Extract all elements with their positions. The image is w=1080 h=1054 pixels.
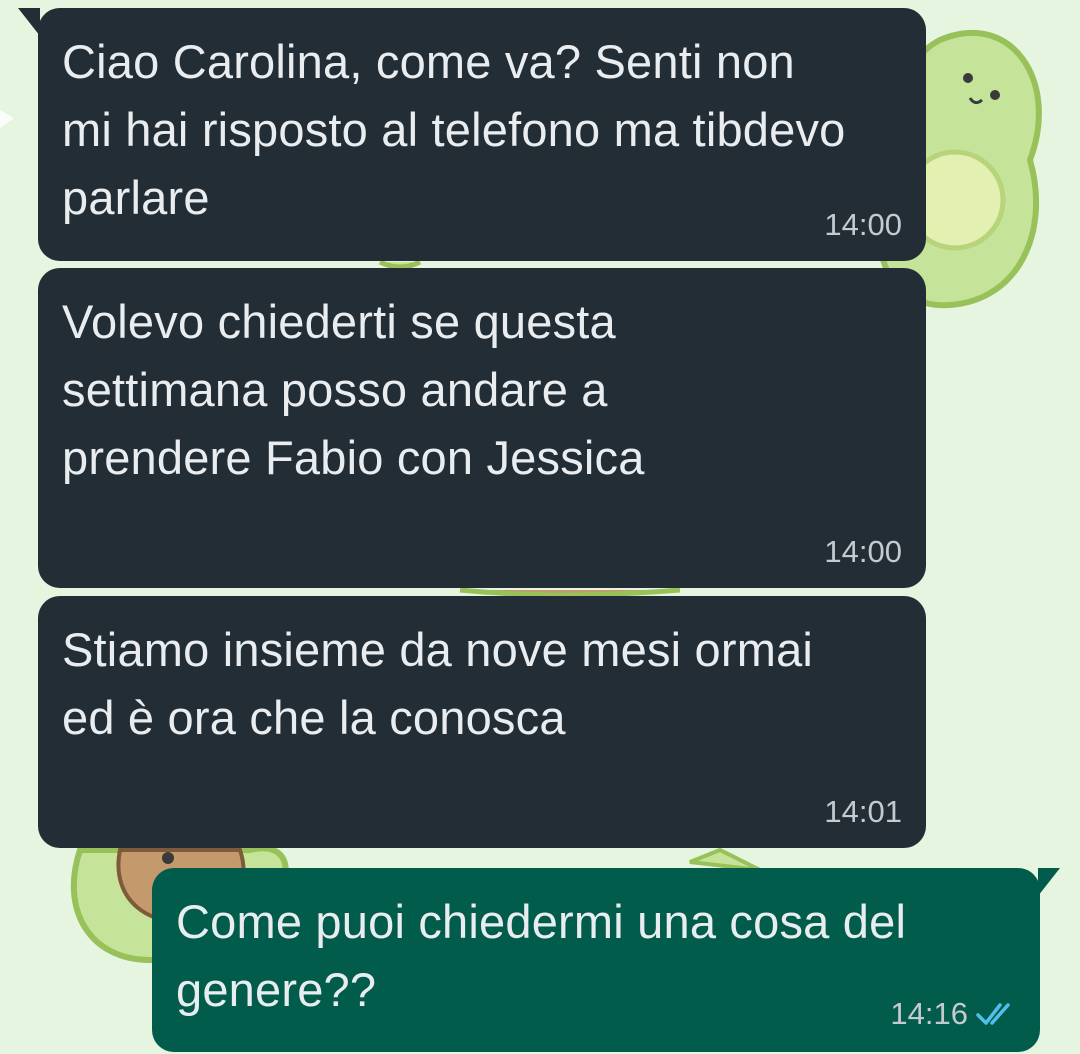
bubble-tail — [1038, 868, 1060, 896]
message-text: Stiamo insieme da nove mesi ormai ed è o… — [62, 623, 814, 744]
message-text: Come puoi chiedermi una cosa del genere?… — [176, 895, 907, 1016]
message-bubble-incoming[interactable]: Volevo chiederti se questa settimana pos… — [38, 268, 926, 588]
double-check-read-icon — [976, 1003, 1010, 1025]
message-bubble-incoming[interactable]: Ciao Carolina, come va? Senti non mi hai… — [18, 8, 926, 261]
message-time: 14:01 — [824, 794, 902, 829]
message-meta: 14:16 — [890, 996, 1018, 1032]
message-text: Ciao Carolina, come va? Senti non mi hai… — [62, 35, 846, 224]
message-bubble-incoming[interactable]: Stiamo insieme da nove mesi ormai ed è o… — [38, 596, 926, 848]
message-bubble-outgoing[interactable]: Come puoi chiedermi una cosa del genere?… — [152, 868, 1060, 1052]
bubble-tail — [18, 8, 40, 36]
message-text: Volevo chiederti se questa settimana pos… — [62, 295, 645, 484]
message-time: 14:00 — [824, 534, 902, 569]
message-time: 14:16 — [890, 996, 968, 1031]
message-time: 14:00 — [824, 207, 902, 242]
